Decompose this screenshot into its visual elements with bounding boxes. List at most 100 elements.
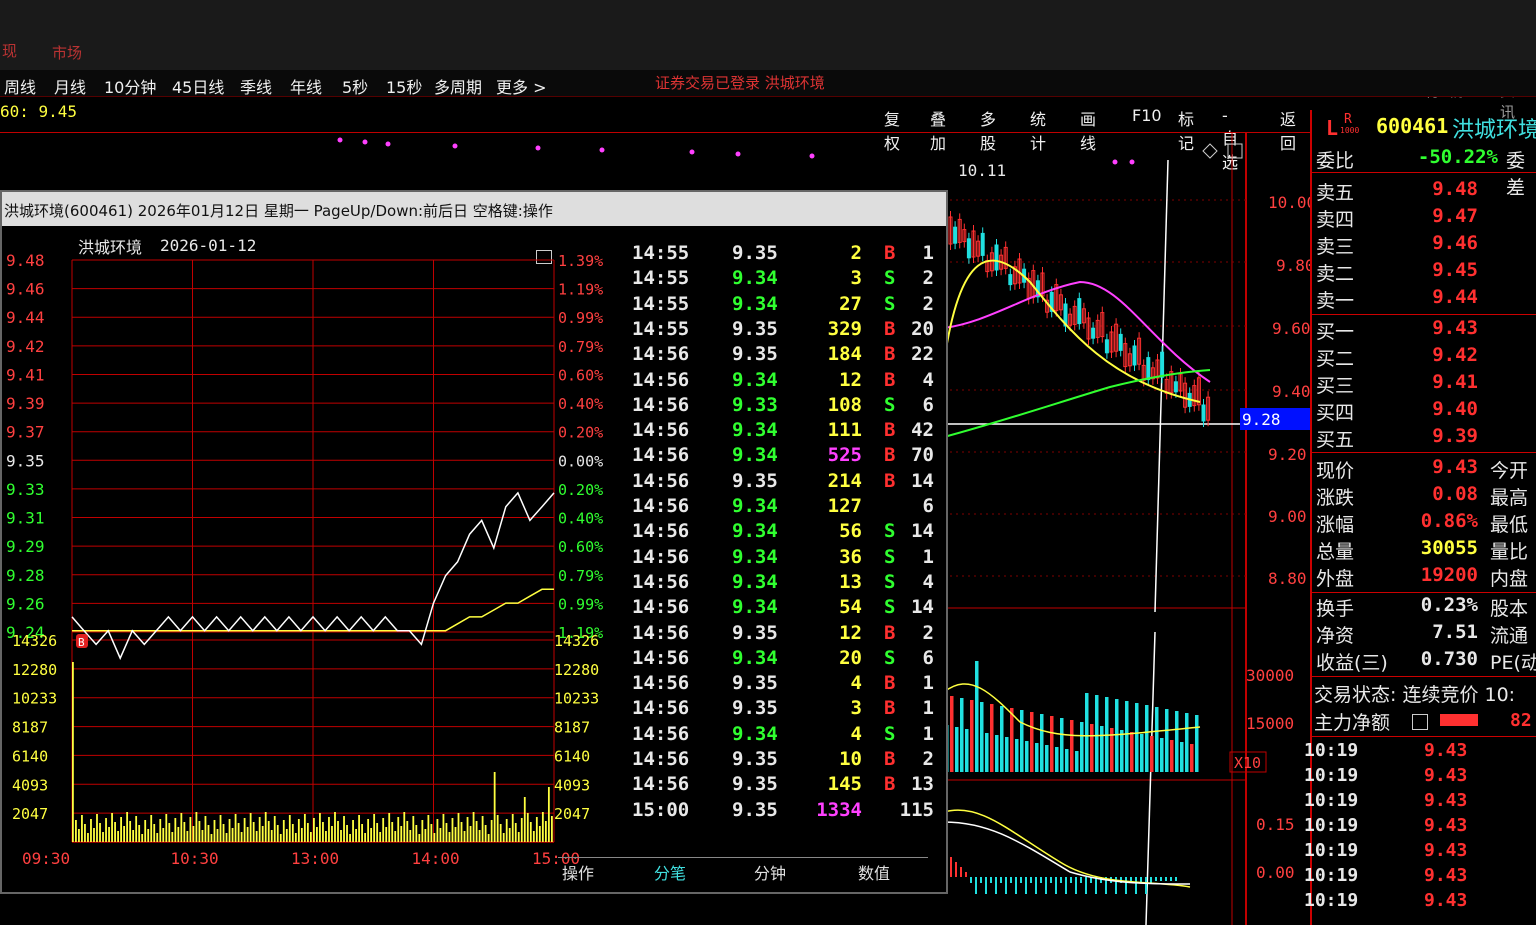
tick-row[interactable]: 14:56 9.34 36 S 1 xyxy=(622,546,934,571)
ask-row[interactable]: 卖二 9.45 xyxy=(1316,259,1536,286)
period-45day[interactable]: 45日线 xyxy=(172,74,224,98)
tick-row[interactable]: 14:55 9.34 3 S 2 xyxy=(622,267,934,292)
topbar-left-tab-0[interactable]: 现 xyxy=(2,40,17,61)
bid-price: 9.40 xyxy=(1432,398,1478,420)
tick-time: 14:56 xyxy=(632,469,690,492)
tool-f10[interactable]: F10 xyxy=(1132,106,1162,125)
volume-bar xyxy=(412,816,415,842)
tick-price: 9.35 xyxy=(732,697,778,720)
intraday-chart[interactable]: 9.48 9.46 9.44 9.42 9.41 9.39 9.37 9.35 9.33 9.31… xyxy=(2,192,622,892)
tick-direction: S xyxy=(884,570,896,593)
tick-row[interactable]: 14:56 9.34 4 S 1 xyxy=(622,723,934,748)
kline-volume-bar xyxy=(1185,713,1189,772)
tick-row[interactable]: 14:56 9.33 108 S 6 xyxy=(622,394,934,419)
tick-direction: B xyxy=(884,621,896,644)
tick-volume: 13 xyxy=(839,570,862,593)
volume-bar xyxy=(340,830,342,842)
period-weekly[interactable]: 周线 xyxy=(4,74,36,98)
volume-bar xyxy=(126,812,129,842)
tick-volume: 329 xyxy=(827,317,862,340)
macd-dea-line xyxy=(943,821,1191,885)
volume-bar xyxy=(213,820,216,842)
ask-row[interactable]: 卖三 9.46 xyxy=(1316,232,1536,259)
volume-bar xyxy=(237,823,240,842)
price-tick-label: 9.28 xyxy=(6,566,45,585)
stat-label-2: 流通 xyxy=(1490,625,1529,647)
tick-volume: 4 xyxy=(850,672,862,695)
tick-price: 9.35 xyxy=(732,317,778,340)
tick-row[interactable]: 14:56 9.34 12 B 4 xyxy=(622,369,934,394)
tick-row[interactable]: 14:56 9.35 4 B 1 xyxy=(622,672,934,697)
macd-bar xyxy=(1060,877,1062,883)
tick-row[interactable]: 14:56 9.34 54 S 14 xyxy=(622,596,934,621)
ask-row[interactable]: 卖五 9.48 xyxy=(1316,178,1536,205)
history-day-popup[interactable]: 洪城环境(600461) 2026年01月12日 星期一 PageUp/Down… xyxy=(0,190,948,894)
main-net-icon[interactable] xyxy=(1412,714,1428,730)
tick-row[interactable]: 14:56 9.34 525 B 70 xyxy=(622,444,934,469)
tick-row[interactable]: 14:56 9.34 56 S 14 xyxy=(622,520,934,545)
stat-label: 总量 xyxy=(1316,541,1355,563)
period-more[interactable]: 更多 > xyxy=(496,74,547,98)
tab-minutes[interactable]: 分钟 xyxy=(754,860,786,884)
tick-row[interactable]: 14:56 9.35 3 B 1 xyxy=(622,697,934,722)
period-multi[interactable]: 多周期 xyxy=(434,74,482,98)
tick-row[interactable]: 14:56 9.34 127 6 xyxy=(622,495,934,520)
tab-operation[interactable]: 操作 xyxy=(562,860,594,884)
ma-readout: 60: 9.45 xyxy=(0,102,78,121)
bid-row[interactable]: 买三 9.41 xyxy=(1316,371,1536,398)
tick-row[interactable]: 14:56 9.35 214 B 14 xyxy=(622,470,934,495)
stat-label-2: PE(动) xyxy=(1490,652,1536,674)
tick-row[interactable]: 14:56 9.35 10 B 2 xyxy=(622,748,934,773)
kline-volume-bar xyxy=(1100,726,1104,772)
recent-time: 10:19 xyxy=(1304,815,1359,836)
bid-row[interactable]: 买二 9.42 xyxy=(1316,344,1536,371)
vol-tick-label: 4093 xyxy=(12,776,48,794)
tick-row[interactable]: 14:56 9.34 13 S 4 xyxy=(622,571,934,596)
tick-row[interactable]: 14:55 9.35 2 B 1 xyxy=(622,242,934,267)
ask-label: 卖五 xyxy=(1316,182,1355,204)
period-quarterly[interactable]: 季线 xyxy=(240,74,272,98)
tab-values[interactable]: 数值 xyxy=(858,860,890,884)
bid-row[interactable]: 买四 9.40 xyxy=(1316,398,1536,425)
tick-row[interactable]: 14:55 9.35 329 B 20 xyxy=(622,318,934,343)
volume-bar xyxy=(120,817,122,842)
kline-volume-bar xyxy=(1165,709,1169,772)
tick-row[interactable]: 14:56 9.35 12 B 2 xyxy=(622,622,934,647)
bid-row[interactable]: 买五 9.39 xyxy=(1316,425,1536,452)
volume-bar xyxy=(463,831,466,842)
period-10min[interactable]: 10分钟 xyxy=(104,74,156,98)
tick-count: 1 xyxy=(922,242,934,264)
bid-price: 9.39 xyxy=(1432,425,1478,447)
topbar-left-tab-1[interactable]: 市场 xyxy=(52,42,82,63)
tick-count: 14 xyxy=(911,469,934,492)
tick-row[interactable]: 14:56 9.34 20 S 6 xyxy=(622,647,934,672)
ask-label: 卖三 xyxy=(1316,236,1355,258)
kline-volume-bar xyxy=(1175,711,1179,772)
tick-row[interactable]: 14:56 9.35 145 B 13 xyxy=(622,773,934,798)
vol-tick-label: 14326 xyxy=(12,632,57,650)
period-5sec[interactable]: 5秒 xyxy=(342,74,368,98)
bid-row[interactable]: 买一 9.43 xyxy=(1316,317,1536,344)
tick-price: 9.34 xyxy=(732,545,778,568)
tick-row[interactable]: 14:55 9.34 27 S 2 xyxy=(622,293,934,318)
tick-row[interactable]: 14:56 9.35 184 B 22 xyxy=(622,343,934,368)
recent-time: 10:19 xyxy=(1304,790,1359,811)
period-monthly[interactable]: 月线 xyxy=(54,74,86,98)
bid-label: 买三 xyxy=(1316,375,1355,397)
tab-ticks[interactable]: 分笔 xyxy=(654,860,686,884)
ask-row[interactable]: 卖一 9.44 xyxy=(1316,286,1536,313)
tick-time: 14:56 xyxy=(632,368,690,391)
volume-bar xyxy=(258,817,261,842)
period-15sec[interactable]: 15秒 xyxy=(386,74,422,98)
volume-bar xyxy=(367,819,370,842)
kline-volume-bar xyxy=(1135,703,1139,772)
tick-list[interactable]: 14:55 9.35 2 B 1 14:55 9.34 3 S 2 14:55 9.34 27 S 2 14:… xyxy=(622,242,934,852)
ask-row[interactable]: 卖四 9.47 xyxy=(1316,205,1536,232)
period-yearly[interactable]: 年线 xyxy=(290,74,322,98)
kline-volume-bar xyxy=(1090,724,1094,772)
tick-row[interactable]: 15:00 9.35 1334 115 xyxy=(622,799,934,824)
tick-count: 4 xyxy=(922,570,934,593)
tick-row[interactable]: 14:56 9.34 111 B 42 xyxy=(622,419,934,444)
kline-volume-bar xyxy=(1170,740,1174,772)
main-net-label: 主力净额 xyxy=(1314,712,1391,734)
